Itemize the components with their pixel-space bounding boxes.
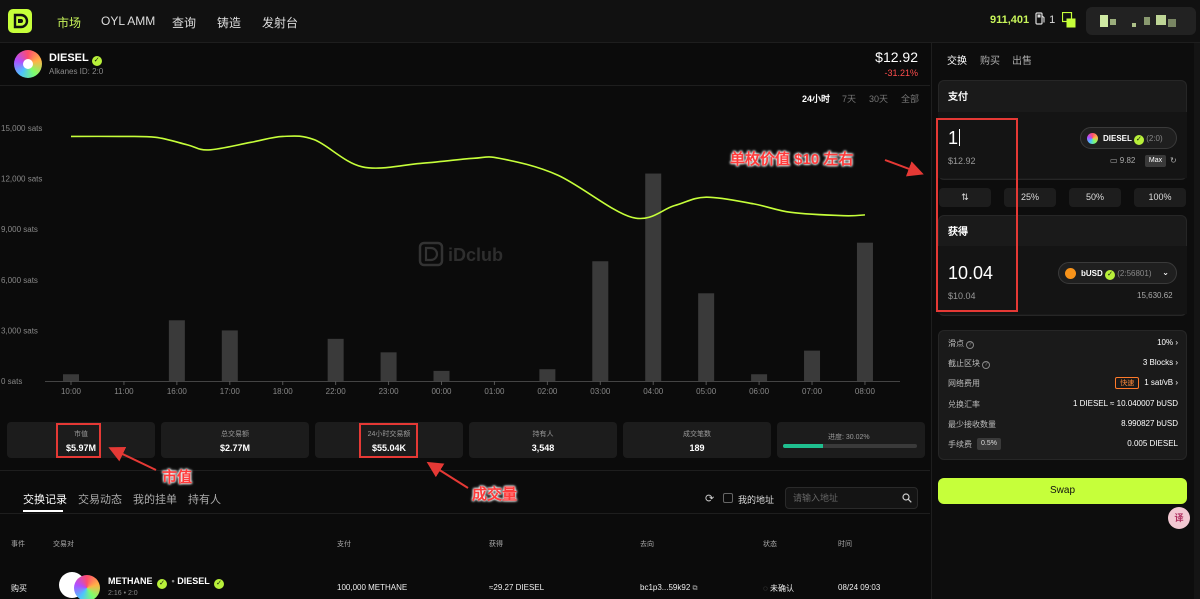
arrow-to-volume	[426, 461, 469, 489]
annotation-arrows	[108, 159, 924, 489]
arrow-to-mcap	[108, 446, 157, 471]
arrow-to-swap	[884, 159, 924, 177]
